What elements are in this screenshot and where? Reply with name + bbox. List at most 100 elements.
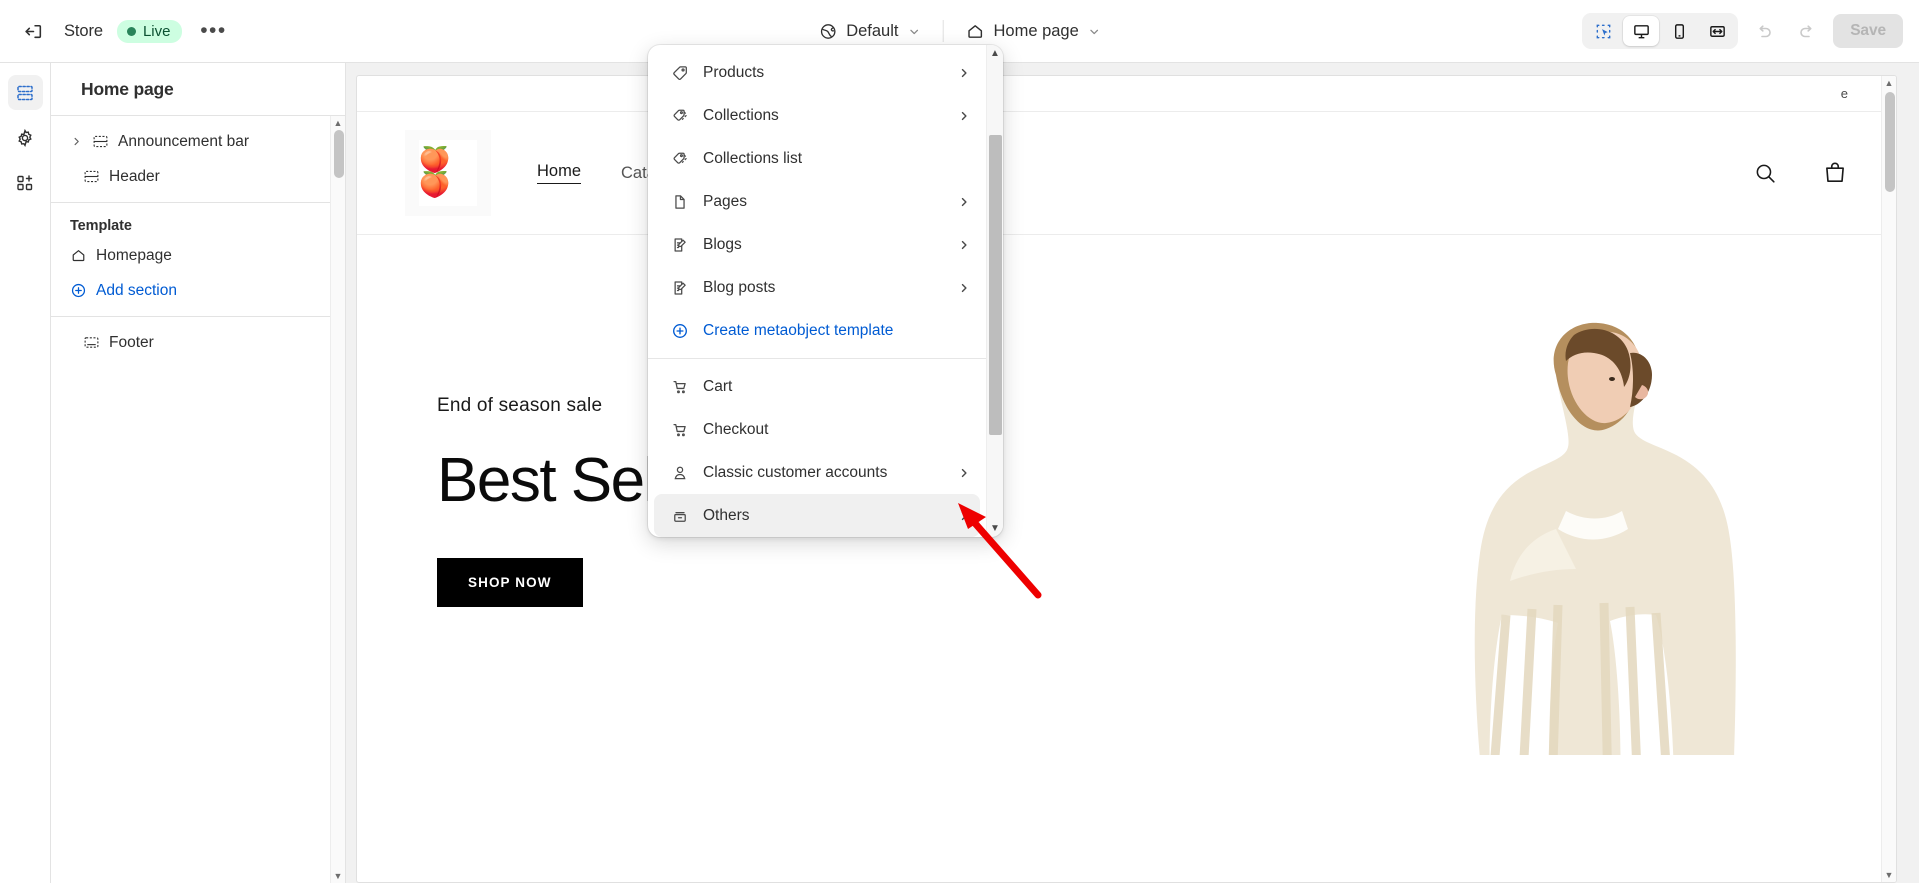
store-logo-emoji: 🍑🍑 — [419, 140, 477, 206]
menu-item-classic-customer-accounts[interactable]: Classic customer accounts — [654, 451, 980, 494]
page-selector[interactable]: Home page — [953, 15, 1112, 48]
menu-item-others[interactable]: Others — [654, 494, 980, 537]
store-name-label: Store — [64, 21, 103, 40]
tags-icon — [670, 107, 689, 125]
dropdown-list: Products Collections Collections list Pa… — [648, 45, 986, 537]
scroll-down-arrow-icon[interactable]: ▼ — [1885, 870, 1894, 880]
left-rail — [0, 63, 51, 883]
status-badge-label: Live — [142, 22, 171, 40]
page-selector-label: Home page — [993, 21, 1079, 40]
hero-model-image — [1406, 315, 1736, 755]
menu-item-create-metaobject-template[interactable]: Create metaobject template — [654, 309, 980, 352]
sidebar-group-heading: Template — [70, 218, 132, 234]
menu-item-label: Blog posts — [703, 278, 776, 296]
sidebar-scrollbar[interactable]: ▲ ▼ — [330, 116, 345, 883]
scrollbar-thumb[interactable] — [989, 135, 1002, 435]
menu-item-label: Products — [703, 63, 765, 81]
exit-icon — [23, 21, 44, 42]
undo-icon — [1754, 21, 1774, 41]
chevron-right-icon — [958, 467, 970, 479]
footer-icon — [83, 334, 100, 351]
menu-item-label: Classic customer accounts — [703, 463, 888, 481]
blog-icon — [670, 236, 689, 254]
search-icon[interactable] — [1753, 161, 1778, 186]
inspector-icon-button[interactable] — [1585, 16, 1621, 46]
topbar-left-group: Store Live ••• — [0, 14, 230, 48]
section-icon — [83, 168, 100, 185]
more-options-button[interactable]: ••• — [196, 14, 230, 48]
section-icon — [92, 133, 109, 150]
fullwidth-icon-button[interactable] — [1699, 16, 1735, 46]
menu-item-label: Collections — [703, 106, 779, 124]
menu-item-cart[interactable]: Cart — [654, 365, 980, 408]
scrollbar-thumb[interactable] — [333, 130, 344, 178]
preview-scrollbar[interactable]: ▲ ▼ — [1881, 76, 1896, 882]
cart-icon — [670, 378, 689, 396]
sections-icon — [15, 83, 35, 103]
home-icon — [965, 22, 984, 41]
topbar-divider — [942, 20, 944, 42]
desktop-icon-button[interactable] — [1623, 16, 1660, 46]
tag-icon — [670, 64, 689, 82]
sidebar-item-header[interactable]: Header — [61, 159, 335, 194]
store-logo[interactable]: 🍑🍑 — [405, 130, 491, 216]
scroll-down-arrow-icon[interactable]: ▼ — [334, 871, 343, 881]
menu-item-label: Checkout — [703, 420, 769, 438]
cart-icon[interactable] — [1822, 160, 1848, 186]
store-nav-item-home[interactable]: Home — [537, 162, 582, 184]
rail-item-sections[interactable] — [7, 75, 43, 110]
preview-area: e 🍑🍑 Home Catalog — [346, 63, 1919, 883]
chevron-right-icon — [958, 239, 970, 251]
menu-item-checkout[interactable]: Checkout — [654, 408, 980, 451]
menu-item-blog-posts[interactable]: Blog posts — [654, 266, 980, 309]
sidebar-item-add-section[interactable]: Add section — [61, 273, 335, 308]
sidebar-panel: Home page Announcement bar Header Templa… — [51, 63, 346, 883]
rail-item-settings[interactable] — [8, 120, 43, 155]
menu-item-collections-list[interactable]: Collections list — [654, 137, 980, 180]
menu-item-pages[interactable]: Pages — [654, 180, 980, 223]
menu-item-label: Create metaobject template — [703, 321, 894, 339]
menu-item-label: Collections list — [703, 149, 803, 167]
exit-button[interactable] — [16, 14, 50, 48]
page-selector-dropdown: Products Collections Collections list Pa… — [648, 45, 1003, 537]
scroll-up-arrow-icon[interactable]: ▲ — [334, 118, 343, 128]
person-icon — [670, 464, 689, 482]
menu-item-collections[interactable]: Collections — [654, 94, 980, 137]
menu-item-products[interactable]: Products — [654, 51, 980, 94]
scroll-down-arrow-icon[interactable]: ▼ — [990, 523, 1000, 534]
rail-item-apps[interactable] — [8, 165, 43, 200]
scrollbar-thumb[interactable] — [1884, 92, 1895, 192]
redo-button[interactable] — [1790, 14, 1824, 48]
sidebar-item-homepage[interactable]: Homepage — [61, 238, 335, 273]
sidebar-item-announcement-bar[interactable]: Announcement bar — [61, 124, 335, 159]
live-dot-icon — [126, 26, 136, 36]
gear-icon — [15, 128, 35, 148]
theme-selector[interactable]: Default — [806, 15, 932, 48]
menu-item-blogs[interactable]: Blogs — [654, 223, 980, 266]
announcement-text: e — [1840, 86, 1848, 101]
page-icon — [670, 193, 689, 211]
globe-icon — [818, 22, 837, 41]
scroll-up-arrow-icon[interactable]: ▲ — [990, 48, 1000, 59]
page-title: Home page — [51, 63, 345, 116]
preview-store-header: 🍑🍑 Home Catalog — [357, 112, 1896, 235]
menu-item-label: Cart — [703, 377, 733, 395]
undo-button[interactable] — [1747, 14, 1781, 48]
sidebar-item-footer[interactable]: Footer — [61, 325, 335, 360]
ellipsis-icon: ••• — [200, 19, 227, 42]
cart-icon — [670, 421, 689, 439]
save-button[interactable]: Save — [1833, 14, 1903, 48]
sidebar-item-label: Homepage — [96, 246, 172, 264]
shop-now-button[interactable]: SHOP NOW — [437, 558, 583, 607]
menu-divider — [648, 358, 986, 359]
fullwidth-icon — [1708, 22, 1727, 41]
dropdown-scrollbar[interactable]: ▲ ▼ — [986, 45, 1003, 537]
plus-circle-icon — [70, 282, 87, 299]
mobile-icon-button[interactable] — [1661, 16, 1697, 46]
theme-selector-label: Default — [846, 21, 899, 40]
drawer-icon — [670, 507, 689, 525]
preview-announcement-bar: e — [357, 76, 1896, 112]
scroll-up-arrow-icon[interactable]: ▲ — [1885, 78, 1894, 88]
chevron-right-icon[interactable] — [70, 136, 83, 147]
mobile-icon — [1670, 22, 1689, 41]
